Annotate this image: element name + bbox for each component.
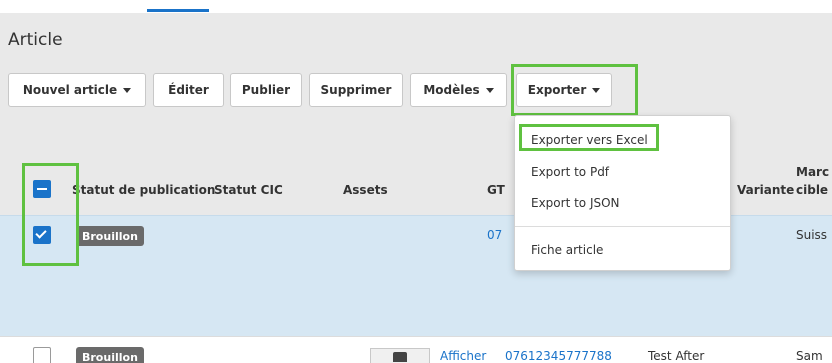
column-header-market-line2[interactable]: cible xyxy=(796,183,828,197)
edit-label: Éditer xyxy=(168,83,209,97)
column-header-assets[interactable]: Assets xyxy=(343,183,388,197)
page-header: Article Nouvel article Éditer Publier Su… xyxy=(0,13,832,123)
market-cell: Sam xyxy=(796,349,823,363)
image-icon xyxy=(393,352,407,362)
export-excel-highlight xyxy=(519,124,659,151)
export-button-highlight xyxy=(511,64,638,116)
column-header-market-line1[interactable]: Marc xyxy=(796,165,829,179)
publish-label: Publier xyxy=(241,83,291,97)
publish-button[interactable]: Publier xyxy=(230,73,302,107)
new-article-button[interactable]: Nouvel article xyxy=(8,73,146,107)
new-article-label: Nouvel article xyxy=(22,83,118,97)
gtin-link[interactable]: 07 xyxy=(487,228,502,242)
variant-cell: Test After xyxy=(648,349,705,363)
column-header-variant[interactable]: Variante xyxy=(737,183,794,197)
menu-divider xyxy=(515,226,730,227)
asset-thumbnail[interactable] xyxy=(370,348,430,363)
row-checkbox[interactable] xyxy=(33,347,51,363)
delete-button[interactable]: Supprimer xyxy=(309,73,403,107)
checkbox-highlight xyxy=(22,163,79,266)
models-button[interactable]: Modèles xyxy=(410,73,507,107)
gtin-link[interactable]: 07612345777788 xyxy=(505,349,612,363)
status-badge: Brouillon xyxy=(76,347,144,363)
status-badge: Brouillon xyxy=(76,226,144,246)
column-header-status[interactable]: Statut de publication xyxy=(72,183,215,197)
active-tab-indicator xyxy=(147,9,209,12)
page-title: Article xyxy=(8,30,63,50)
column-header-gtin[interactable]: GT xyxy=(487,183,505,197)
column-header-cic[interactable]: Statut CIC xyxy=(214,183,283,197)
menu-item-article-sheet[interactable]: Fiche article xyxy=(531,243,603,257)
assets-view-link[interactable]: Afficher xyxy=(440,349,486,363)
delete-label: Supprimer xyxy=(320,83,392,97)
menu-item-export-json[interactable]: Export to JSON xyxy=(531,196,620,210)
menu-item-export-pdf[interactable]: Export to Pdf xyxy=(531,165,609,179)
chevron-down-icon xyxy=(485,87,494,93)
market-cell: Suiss xyxy=(796,228,828,242)
models-label: Modèles xyxy=(423,83,480,97)
chevron-down-icon xyxy=(123,87,132,93)
edit-button[interactable]: Éditer xyxy=(153,73,224,107)
